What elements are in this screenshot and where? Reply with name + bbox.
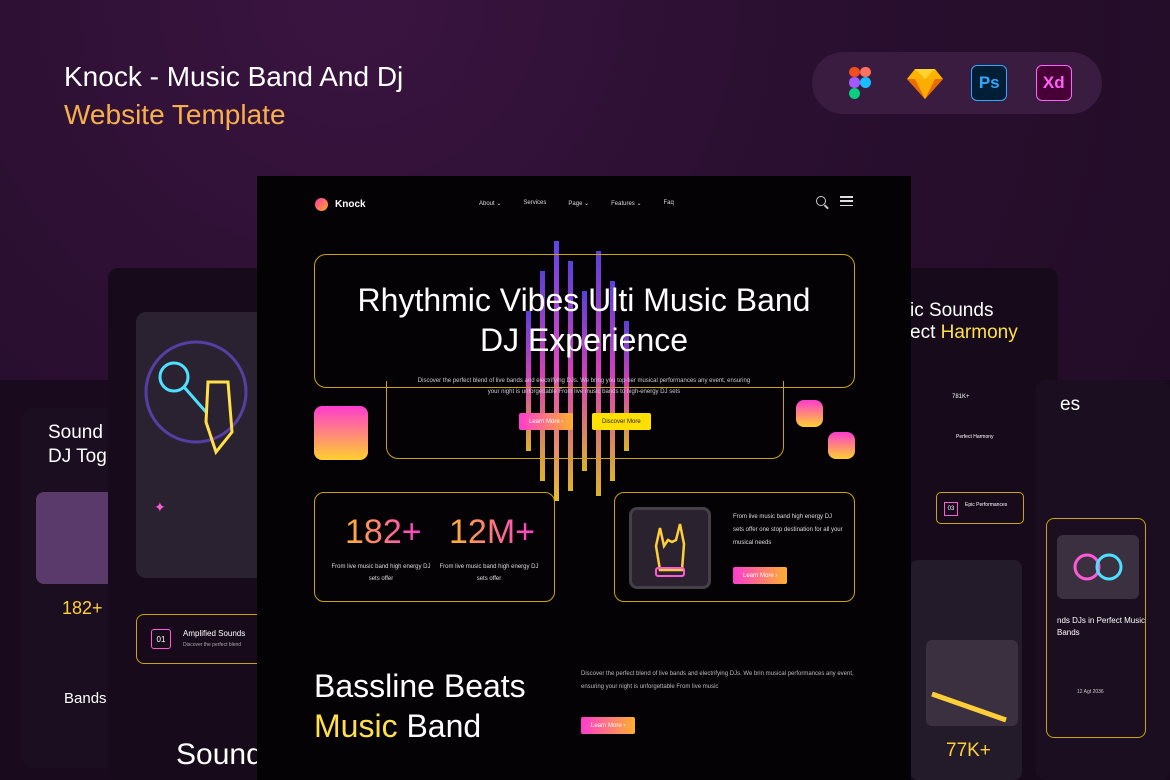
right-feature-title: Epic Performances	[965, 502, 1008, 508]
promo-card: From live music band high energy DJ sets…	[614, 492, 855, 602]
promo-card-text: From live music band high energy DJ sets…	[733, 514, 843, 546]
tools-pill: Ps Xd	[812, 52, 1102, 114]
xd-icon: Xd	[1035, 65, 1072, 101]
nav-item-faq[interactable]: Faq	[664, 200, 674, 207]
hero-title: Rhythmic Vibes Ulti Music Band DJ Experi…	[357, 282, 811, 358]
decor-square-right-small	[796, 400, 823, 427]
right-perfect: Perfect Harmony	[956, 434, 994, 440]
left-sound-bottom: Sound	[176, 738, 263, 771]
rock-hand-icon	[654, 523, 686, 577]
brand-name: Knock	[335, 199, 366, 210]
top-nav: Knock About ⌄ Services Page ⌄ Features ⌄…	[257, 196, 911, 216]
stat-text-2: From live music band high energy DJ sets…	[439, 564, 539, 582]
hero-learn-more-button[interactable]: Learn More ›	[519, 413, 574, 430]
promo-learn-more-button[interactable]: Learn More ›	[733, 567, 788, 584]
sketch-icon	[906, 65, 943, 101]
menu-icon[interactable]	[840, 196, 853, 206]
logo[interactable]: Knock	[315, 198, 366, 211]
left-feature-desc: Discover the perfect blend	[183, 642, 242, 648]
left-feature-title: Amplified Sounds	[183, 629, 246, 638]
bottom-title-line1: Bassline Beats	[314, 668, 526, 704]
neon-mic-image: ✦	[136, 312, 266, 578]
bottom-title-rest: Band	[406, 708, 482, 744]
nav-menu: About ⌄ Services Page ⌄ Features ⌄ Faq	[479, 200, 674, 207]
left-feature-num: 01	[151, 629, 171, 649]
right-back-date: 12 Agt 2036	[1077, 689, 1104, 695]
neon-microphone-icon: ✦	[144, 340, 248, 515]
right-heading-a: ic Sounds	[910, 300, 994, 321]
stats-card: 182+ From live music band high energy DJ…	[314, 492, 555, 602]
stat-text-1: From live music band high energy DJ sets…	[331, 564, 431, 582]
nav-item-services[interactable]: Services	[523, 200, 546, 207]
logo-icon	[315, 198, 328, 211]
right-front-mockup: ic Sounds ect Harmony 781K+ Perfect Harm…	[900, 268, 1058, 780]
nav-icons	[816, 196, 853, 206]
photoshop-icon: Ps	[971, 65, 1008, 101]
neon-guitar-icon	[931, 691, 1007, 723]
right-back-heading: es	[1060, 394, 1081, 415]
promo-title-line1: Knock - Music Band And Dj	[64, 61, 404, 92]
right-back-card: nds DJs in Perfect Music Bands 12 Agt 20…	[1046, 518, 1146, 738]
search-icon[interactable]	[816, 196, 826, 206]
guitar-image	[926, 640, 1018, 726]
nav-item-features[interactable]: Features ⌄	[611, 200, 641, 207]
nav-item-page[interactable]: Page ⌄	[568, 200, 589, 207]
neon-80s-icon	[1073, 553, 1123, 581]
hero-discover-more-button[interactable]: Discover More	[592, 413, 651, 430]
right-back-title: nds DJs in Perfect Music Bands	[1057, 616, 1146, 637]
right-heading-b1: ect	[910, 322, 936, 343]
left-front-mockup: ✦ 01 Amplified Sounds Discover the perfe…	[108, 268, 268, 780]
right-stat: 77K+	[946, 740, 991, 761]
right-feature-card[interactable]: 03 Epic Performances	[936, 492, 1024, 524]
promo-title: Knock - Music Band And Dj Website Templa…	[64, 58, 403, 134]
left-back-image	[36, 492, 116, 584]
left-back-bands: Bands	[64, 690, 107, 707]
neon-80s-image	[1057, 535, 1139, 599]
left-feature-card[interactable]: 01 Amplified Sounds Discover the perfect…	[136, 614, 266, 664]
bottom-subtitle: Discover the perfect blend of live bands…	[581, 671, 854, 690]
right-back-mockup: es nds DJs in Perfect Music Bands 12 Agt…	[1036, 380, 1170, 780]
main-page-mockup: Knock About ⌄ Services Page ⌄ Features ⌄…	[257, 176, 911, 780]
right-guitar-card: 77K+	[910, 560, 1022, 780]
right-count: 781K+	[952, 394, 970, 400]
svg-text:✦: ✦	[154, 499, 166, 515]
right-heading-b2: Harmony	[940, 322, 1018, 343]
left-back-heading-a: Sound	[48, 422, 103, 443]
bottom-title-highlight: Music	[314, 708, 398, 744]
nav-item-about[interactable]: About ⌄	[479, 200, 501, 207]
right-feature-num: 03	[944, 502, 958, 516]
stat-value-2: 12M+	[449, 513, 535, 551]
left-back-stat: 182+	[62, 598, 103, 618]
promo-title-line2: Website Template	[64, 99, 286, 130]
left-back-heading-b: DJ Tog	[48, 446, 107, 467]
decor-square-right	[828, 432, 855, 459]
figma-icon	[842, 65, 878, 101]
decor-square-left	[314, 406, 368, 460]
bottom-learn-more-button[interactable]: Learn More ›	[581, 717, 636, 734]
stat-value-1: 182+	[345, 513, 422, 551]
bottom-title: Bassline Beats Music Band	[314, 666, 526, 746]
hero-subtitle: Discover the perfect blend of live bands…	[417, 378, 751, 395]
neon-rock-hand-image	[629, 507, 711, 589]
